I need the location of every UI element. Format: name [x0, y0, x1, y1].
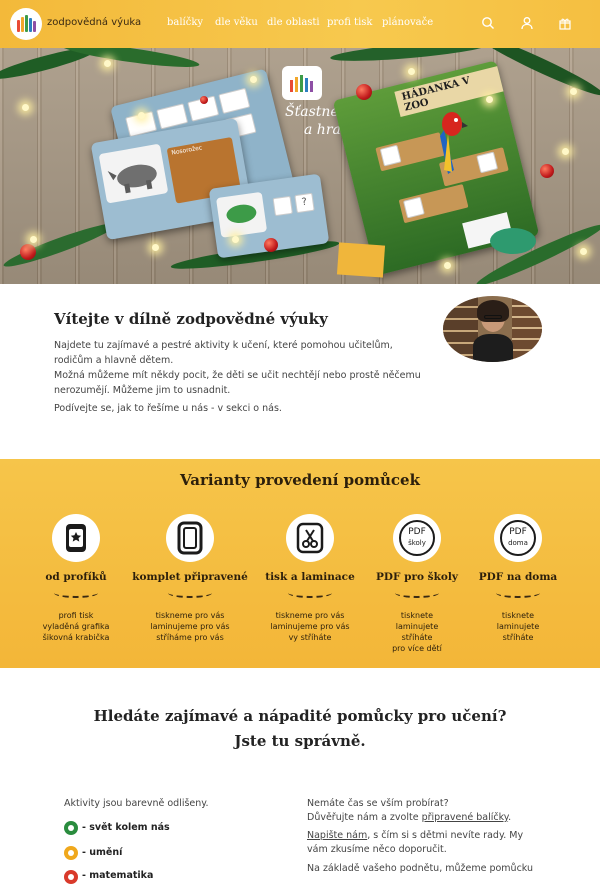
nav-planovace[interactable]: plánovače	[382, 17, 433, 28]
pdf-badge-top: PDF	[408, 527, 426, 537]
box-graphic	[336, 242, 386, 278]
gift-icon[interactable]	[558, 16, 572, 30]
link-napiste-nam[interactable]: Napište nám	[307, 830, 367, 841]
nav-dle-veku[interactable]: dle věku	[215, 17, 258, 28]
category-umeni[interactable]: - umění	[82, 847, 122, 858]
chameleon-icon	[490, 228, 536, 254]
pdf-badge-bottom: školy	[408, 539, 426, 547]
ornament	[356, 84, 372, 100]
nav-balicky[interactable]: balíčky	[167, 17, 203, 28]
pdf-badge-bottom: doma	[508, 539, 528, 547]
logo[interactable]	[10, 8, 42, 40]
category-dot-yellow	[64, 846, 78, 860]
welcome-paragraph-3: Podívejte se, jak to řešíme u nás - v se…	[54, 403, 282, 414]
variant-divider	[288, 588, 332, 598]
variant-desc-3: tiskneme pro vás laminujeme pro vás vy stř…	[270, 611, 350, 642]
hero-logo	[282, 66, 322, 100]
parrot-icon	[440, 112, 468, 174]
avatar	[443, 296, 542, 362]
ornament	[200, 96, 208, 104]
ornament	[540, 164, 554, 178]
link-pripravene-balicky[interactable]: připravené balíčky	[422, 812, 508, 823]
category-svet[interactable]: - svět kolem nás	[82, 822, 170, 833]
variant-divider	[395, 588, 439, 598]
tablet-icon[interactable]	[166, 514, 214, 562]
pdf-badge-top: PDF	[509, 527, 527, 537]
hero-banner: Nosorožec ? Šťastné a hravé... HÁDANKA V…	[0, 48, 600, 284]
variants-title: Varianty provedení pomůcek	[180, 471, 420, 489]
brand-name[interactable]: zodpovědná výuka	[47, 17, 141, 28]
nav-profi-tisk[interactable]: profi tisk	[327, 17, 372, 28]
variant-title-5: PDF na doma	[478, 571, 558, 583]
pdf-school-icon[interactable]: PDF školy	[393, 514, 441, 562]
category-matematika[interactable]: - matematika	[82, 870, 153, 881]
welcome-paragraph-1: Najdete tu zajímavé a pestré aktivity k …	[54, 340, 393, 366]
right-text-5: Na základě vašeho podnětu, můžeme pomůck…	[307, 863, 534, 874]
site-header: zodpovědná výuka balíčky dle věku dle ob…	[0, 0, 600, 48]
variant-title-3: tisk a laminace	[265, 571, 355, 583]
variant-title-2: komplet připravené	[132, 571, 248, 583]
welcome-title: Vítejte v dílně zodpovědné výuky	[54, 310, 328, 328]
scissors-icon[interactable]	[286, 514, 334, 562]
category-dot-green	[64, 821, 78, 835]
hero-slogan-1: Šťastné	[285, 104, 339, 120]
section-heading-1: Hledáte zajímavé a nápadité pomůcky pro …	[93, 707, 507, 725]
variant-title-1: od profíků	[45, 571, 107, 583]
right-text-3: Napište nám, s čím si s dětmi nevíte rad…	[307, 830, 524, 841]
search-icon[interactable]	[481, 16, 495, 30]
activities-intro: Aktivity jsou barevně odlišeny.	[64, 798, 209, 809]
nav-dle-oblasti[interactable]: dle oblasti	[267, 17, 320, 28]
pdf-home-icon[interactable]: PDF doma	[494, 514, 542, 562]
variant-divider	[54, 588, 98, 598]
star-tablet-icon[interactable]	[52, 514, 100, 562]
variant-divider	[496, 588, 540, 598]
variant-desc-2: tiskneme pro vás laminujeme pro vás stříhá…	[150, 611, 230, 642]
ornament	[264, 238, 278, 252]
right-text-1: Nemáte čas se vším probírat?	[307, 798, 449, 809]
section-heading-2: Jste tu správně.	[234, 732, 366, 750]
variant-desc-5: tisknete laminujete stříháte	[496, 611, 540, 642]
right-text-4: vám zkusíme něco doporučit.	[307, 844, 447, 855]
variant-divider	[168, 588, 212, 598]
category-dot-red	[64, 870, 78, 884]
welcome-paragraph-2: Možná můžeme mít někdy pocit, že děti se…	[54, 370, 421, 396]
ornament	[20, 244, 36, 260]
user-icon[interactable]	[520, 16, 534, 30]
variant-desc-1: profi tisk vyladěná grafika šikovná krabič…	[42, 611, 110, 642]
right-text-2: Důvěřujte nám a zvolte připravené balíčk…	[307, 812, 512, 823]
